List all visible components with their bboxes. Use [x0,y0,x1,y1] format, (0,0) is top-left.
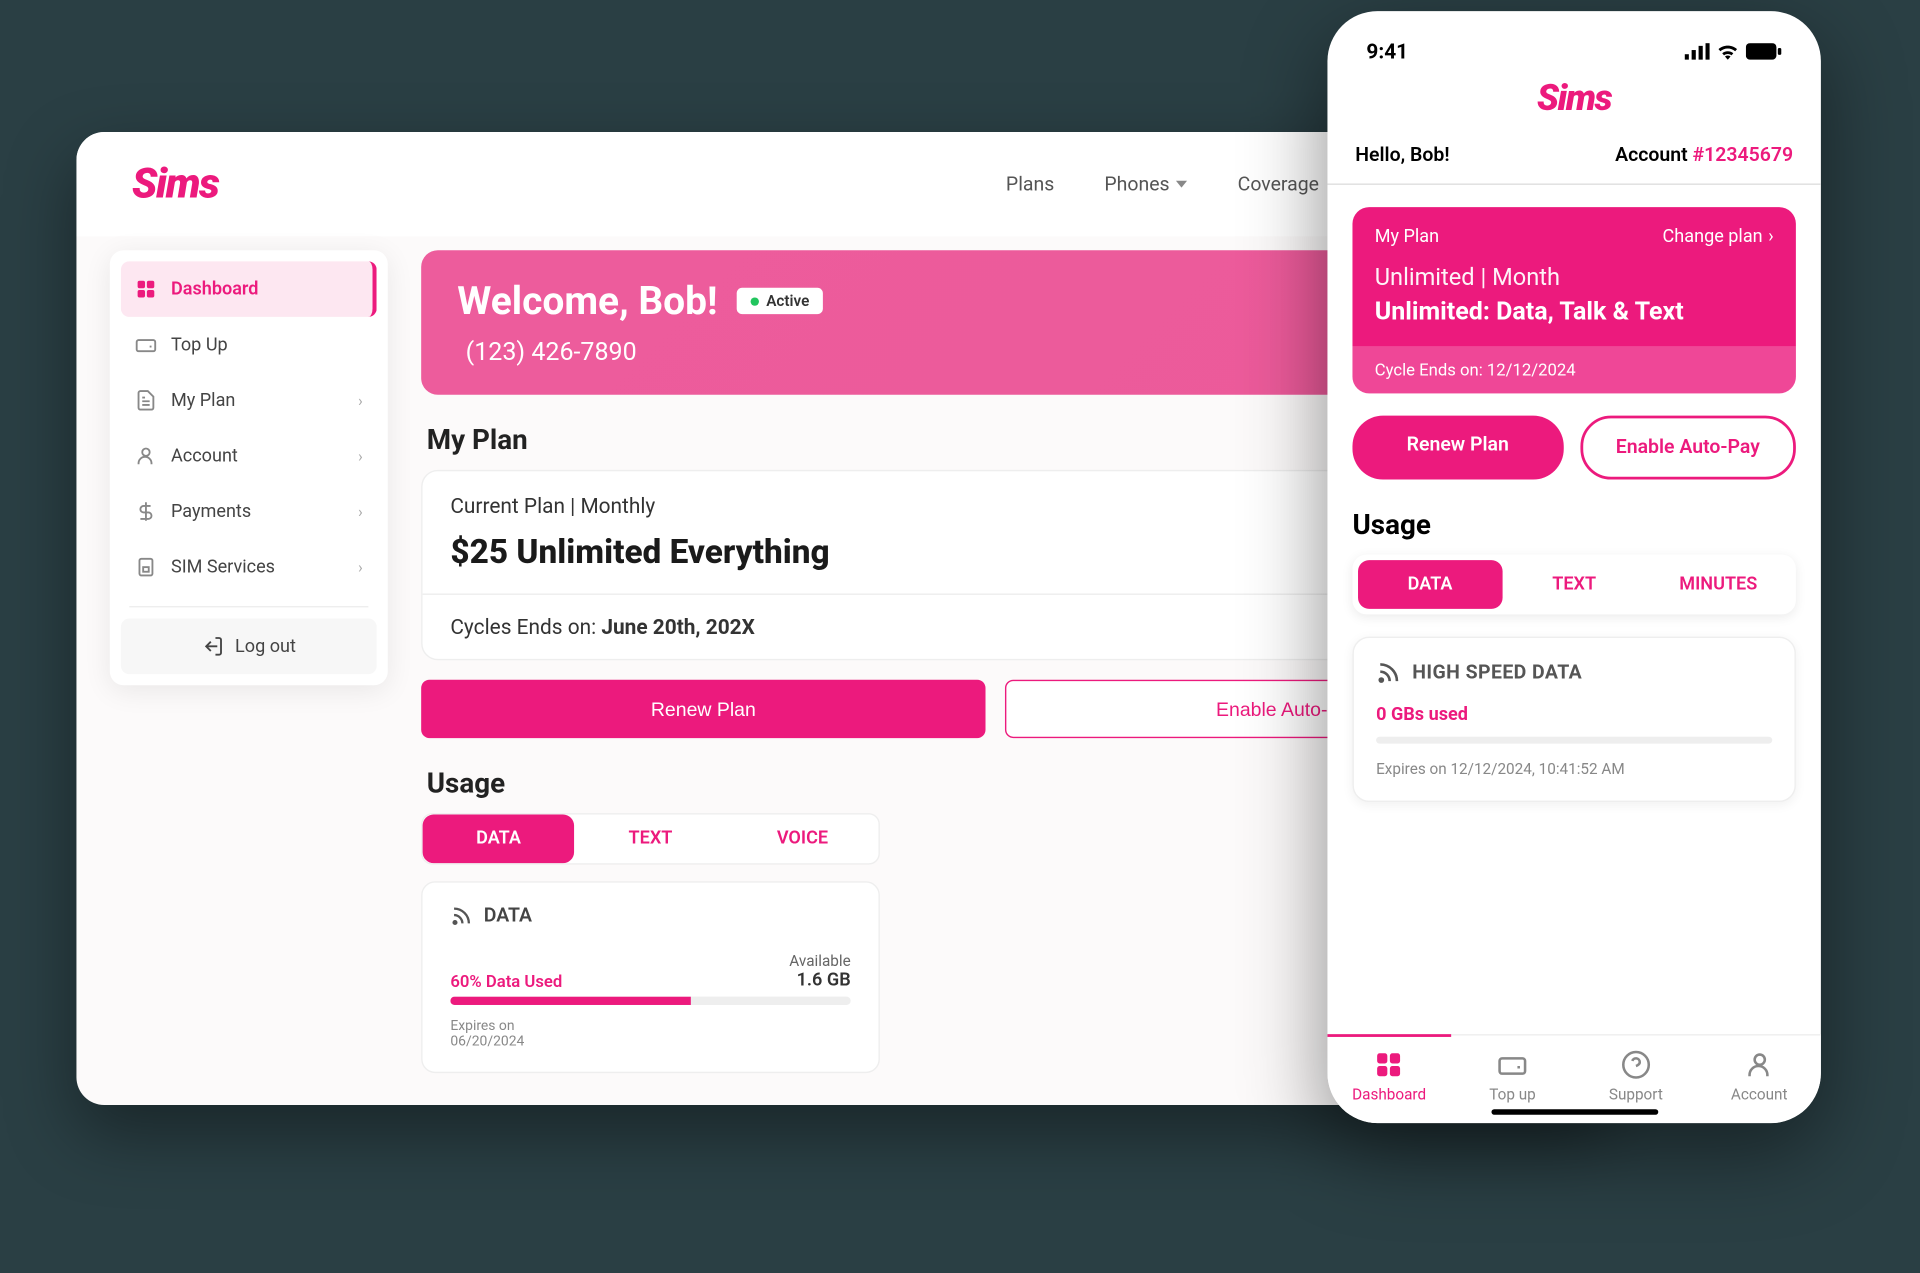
welcome-title: Welcome, Bob! [457,278,717,324]
sidebar-item-dashboard[interactable]: Dashboard [121,261,377,317]
usage-expires: Expires on 06/20/2024 [450,1019,850,1050]
nav-phones[interactable]: Phones [1104,173,1187,195]
plan-name: Unlimited: Data, Talk & Text [1375,297,1774,326]
plan-subline: Unlimited | Month [1375,264,1774,292]
usage-available: Available 1.6 GB [789,952,850,991]
dashboard-icon [135,278,157,300]
divider [129,606,368,607]
status-badge: Active [737,288,823,314]
sidebar: Dashboard Top Up My Plan › Account [110,250,388,685]
usage-card-title: DATA [484,905,532,927]
sidebar-item-topup[interactable]: Top Up [121,317,377,373]
usage-card: DATA 60% Data Used Available 1.6 GB Expi… [421,881,880,1073]
status-time: 9:41 [1366,39,1408,64]
progress-bar [1376,737,1772,744]
wallet-icon [1497,1049,1528,1080]
sidebar-item-payments[interactable]: Payments › [121,484,377,540]
battery-icon [1746,43,1782,60]
mobile-logo-wrap: Sims [1327,70,1820,134]
nav-topup[interactable]: Top up [1451,1049,1574,1103]
change-plan-link[interactable]: Change plan › [1663,227,1774,248]
wifi-icon [1717,43,1739,60]
user-icon [1744,1049,1775,1080]
progress-fill [450,997,690,1005]
nav-coverage[interactable]: Coverage [1238,173,1319,195]
chevron-right-icon: › [358,558,363,576]
status-bar: 9:41 [1327,31,1820,70]
chevron-down-icon [1177,181,1188,188]
home-indicator [1491,1109,1658,1115]
sidebar-item-label: SIM Services [171,557,275,578]
mobile-greeting-row: Hello, Bob! Account #12345679 [1327,133,1820,184]
chevron-right-icon: › [358,447,363,465]
enable-autopay-button[interactable]: Enable Auto-Pay [1580,416,1796,480]
sidebar-item-label: My Plan [171,390,235,411]
sidebar-item-label: Top Up [171,334,228,355]
brand-logo: Sims [1327,78,1820,120]
nav-account[interactable]: Account [1698,1049,1821,1103]
rss-icon [1376,660,1401,685]
tab-data[interactable]: DATA [423,815,575,864]
chevron-right-icon: › [1768,227,1773,248]
usage-expires: Expires on 12/12/2024, 10:41:52 AM [1376,760,1772,778]
mobile-usage-card: HIGH SPEED DATA 0 GBs used Expires on 12… [1352,637,1795,802]
sim-icon [135,556,157,578]
usage-used: 60% Data Used [450,972,562,991]
sidebar-item-label: Payments [171,501,251,522]
dollar-icon [135,500,157,522]
tab-text[interactable]: TEXT [575,815,727,864]
nav-dashboard[interactable]: Dashboard [1327,1034,1450,1104]
sidebar-item-sim[interactable]: SIM Services › [121,539,377,595]
document-icon [135,389,157,411]
rss-icon [450,905,472,927]
usage-section-title: Usage [1352,507,1795,540]
nav-plans[interactable]: Plans [1006,173,1054,195]
mobile-usage-tabs: DATA TEXT MINUTES [1352,555,1795,615]
nav-support[interactable]: Support [1574,1049,1697,1103]
chevron-right-icon: › [358,502,363,520]
tab-data[interactable]: DATA [1358,560,1502,609]
mobile-plan-card: My Plan Change plan › Unlimited | Month … [1352,207,1795,393]
usage-tabs: DATA TEXT VOICE [421,813,880,864]
sidebar-item-account[interactable]: Account › [121,428,377,484]
signal-icon [1685,43,1710,60]
tab-text[interactable]: TEXT [1502,560,1646,609]
progress-bar [450,997,850,1005]
tab-voice[interactable]: VOICE [726,815,878,864]
logout-button[interactable]: Log out [121,619,377,675]
logout-icon [202,635,224,657]
chevron-right-icon: › [358,391,363,409]
sidebar-item-myplan[interactable]: My Plan › [121,373,377,429]
usage-card-title: HIGH SPEED DATA [1412,662,1582,684]
hello-text: Hello, Bob! [1355,145,1449,167]
brand-logo: Sims [132,160,218,209]
account-info: Account #12345679 [1615,145,1793,167]
sidebar-item-label: Account [171,445,238,466]
usage-used: 0 GBs used [1376,705,1772,726]
plan-cycle: Cycle Ends on: 12/12/2024 [1352,346,1795,393]
wallet-icon [135,334,157,356]
renew-plan-button[interactable]: Renew Plan [421,680,985,738]
sidebar-item-label: Dashboard [171,279,258,300]
renew-plan-button[interactable]: Renew Plan [1352,416,1563,480]
help-icon [1621,1049,1652,1080]
dashboard-icon [1374,1049,1405,1080]
mobile-mockup: 9:41 Sims Hello, Bob! Account #12345679 … [1327,11,1820,1123]
plan-label: My Plan [1375,227,1439,248]
tab-minutes[interactable]: MINUTES [1646,560,1790,609]
user-icon [135,445,157,467]
